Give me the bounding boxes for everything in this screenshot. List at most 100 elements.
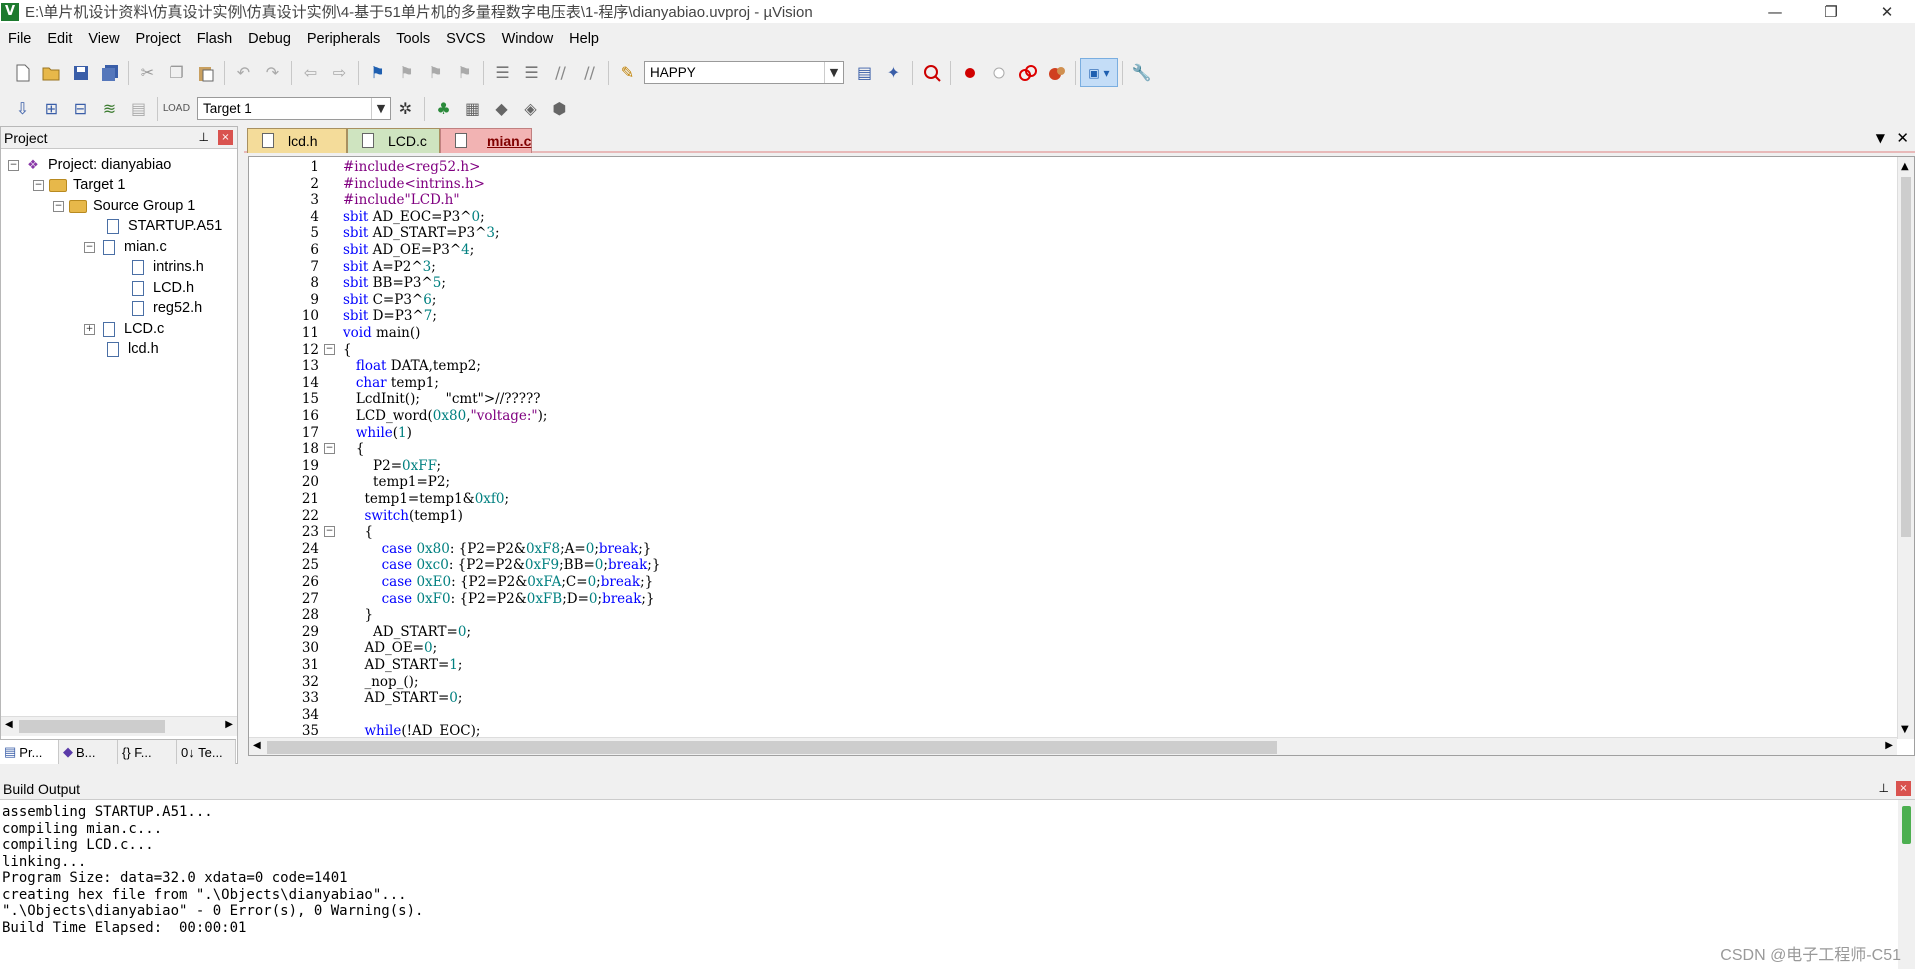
code-line[interactable]: 31 AD_START=1;: [249, 657, 1909, 673]
batch-build-icon[interactable]: ≋: [95, 94, 124, 123]
close-panel-button[interactable]: ×: [1896, 781, 1911, 796]
scroll-left-icon[interactable]: ◀: [253, 740, 261, 751]
code-line[interactable]: 28 }: [249, 607, 1909, 623]
pin-icon[interactable]: ⊥: [199, 130, 209, 144]
editor-vscrollbar[interactable]: ▲ ▼: [1897, 157, 1914, 739]
navigate-forward-icon[interactable]: ⇨: [325, 58, 354, 87]
code-line[interactable]: 1 #include<reg52.h>: [249, 159, 1909, 175]
target-combo[interactable]: Target 1 ▼: [197, 97, 391, 120]
disable-breakpoint-icon[interactable]: [984, 58, 1013, 87]
bookmark-icon[interactable]: ⚑: [363, 58, 392, 87]
menu-project[interactable]: Project: [128, 25, 189, 53]
code-line[interactable]: 27 case 0xF0: {P2=P2&0xFB;D=0;break;}: [249, 591, 1909, 607]
copy-icon[interactable]: ❐: [162, 58, 191, 87]
collapse-icon[interactable]: −: [8, 159, 19, 171]
tree-node-lcd-c[interactable]: + LCD.c: [84, 319, 164, 339]
translate-icon[interactable]: ⇩: [8, 94, 37, 123]
code-line[interactable]: 24 case 0x80: {P2=P2&0xF8;A=0;break;}: [249, 541, 1909, 557]
code-line[interactable]: 4 sbit AD_EOC=P3^0;: [249, 209, 1909, 225]
code-line[interactable]: 5 sbit AD_START=P3^3;: [249, 225, 1909, 241]
code-line[interactable]: 23− {: [249, 524, 1909, 540]
tab-templates[interactable]: 0↓ Te...: [177, 740, 236, 764]
menu-tools[interactable]: Tools: [388, 25, 438, 53]
tab-list-dropdown-icon[interactable]: ▼: [1876, 131, 1885, 145]
scroll-thumb[interactable]: [267, 741, 1277, 754]
close-tab-icon[interactable]: ✕: [1896, 129, 1909, 147]
code-line[interactable]: 32 _nop_();: [249, 674, 1909, 690]
navigate-back-icon[interactable]: ⇦: [296, 58, 325, 87]
code-line[interactable]: 9 sbit C=P3^6;: [249, 292, 1909, 308]
menu-peripherals[interactable]: Peripherals: [299, 25, 388, 53]
chevron-down-icon[interactable]: ▼: [371, 98, 390, 119]
tab-lcd-h[interactable]: lcd.h: [247, 128, 347, 153]
find-icon[interactable]: ▤: [850, 58, 879, 87]
tab-mian-c[interactable]: mian.c: [440, 128, 532, 153]
software-packs-icon[interactable]: ⬢: [545, 94, 574, 123]
code-line[interactable]: 21 temp1=temp1&0xf0;: [249, 491, 1909, 507]
scroll-down-icon[interactable]: ▼: [1901, 724, 1909, 735]
tree-node-target[interactable]: − Target 1: [33, 175, 125, 195]
uncomment-icon[interactable]: //: [575, 58, 604, 87]
code-line[interactable]: 2 #include<intrins.h>: [249, 176, 1909, 192]
close-panel-button[interactable]: ×: [218, 130, 233, 145]
find-in-files-icon[interactable]: ✎: [613, 58, 642, 87]
code-line[interactable]: 7 sbit A=P2^3;: [249, 259, 1909, 275]
menu-edit[interactable]: Edit: [39, 25, 80, 53]
collapse-icon[interactable]: −: [84, 241, 95, 253]
find-combo[interactable]: HAPPY ▼: [644, 61, 844, 84]
tree-node-intrins-h[interactable]: intrins.h: [129, 257, 204, 277]
chevron-down-icon[interactable]: ▼: [824, 62, 843, 83]
expand-icon[interactable]: +: [84, 323, 95, 335]
minimize-button[interactable]: —: [1747, 0, 1803, 23]
rebuild-icon[interactable]: ⊟: [66, 94, 95, 123]
scroll-thumb[interactable]: [1902, 806, 1911, 844]
project-hscrollbar[interactable]: ◀ ▶: [1, 716, 237, 736]
code-line[interactable]: 30 AD_OE=0;: [249, 640, 1909, 656]
code-line[interactable]: 8 sbit BB=P3^5;: [249, 275, 1909, 291]
tree-node-project[interactable]: − ❖ Project: dianyabiao: [8, 155, 171, 175]
code-line[interactable]: 13 float DATA,temp2;: [249, 358, 1909, 374]
menu-view[interactable]: View: [80, 25, 127, 53]
scroll-thumb[interactable]: [1901, 177, 1911, 537]
paste-icon[interactable]: [191, 58, 220, 87]
comment-icon[interactable]: //: [546, 58, 575, 87]
scroll-right-icon[interactable]: ▶: [1885, 740, 1893, 751]
manage-rte-icon[interactable]: ◆: [487, 94, 516, 123]
save-all-icon[interactable]: [95, 58, 124, 87]
select-packs-icon[interactable]: ▦: [458, 94, 487, 123]
code-line[interactable]: 10 sbit D=P3^7;: [249, 308, 1909, 324]
close-window-button[interactable]: ✕: [1859, 0, 1915, 23]
build-icon[interactable]: ⊞: [37, 94, 66, 123]
incremental-find-icon[interactable]: ✦: [879, 58, 908, 87]
code-line[interactable]: 14 char temp1;: [249, 375, 1909, 391]
unindent-icon[interactable]: ☰: [517, 58, 546, 87]
fold-icon[interactable]: −: [324, 526, 335, 538]
next-bookmark-icon[interactable]: ⚑: [421, 58, 450, 87]
tab-lcd-c[interactable]: LCD.c: [347, 128, 440, 153]
pack-installer-icon[interactable]: ◈: [516, 94, 545, 123]
tab-functions[interactable]: {} F...: [118, 740, 177, 764]
debug-session-icon[interactable]: [917, 58, 946, 87]
menu-help[interactable]: Help: [561, 25, 607, 53]
new-file-icon[interactable]: [8, 58, 37, 87]
configure-icon[interactable]: 🔧: [1127, 58, 1156, 87]
code-editor[interactable]: 1 #include<reg52.h> 2 #include<intrins.h> 3 #…: [248, 156, 1915, 756]
open-file-icon[interactable]: [37, 58, 66, 87]
scroll-right-icon[interactable]: ▶: [225, 719, 233, 730]
manage-project-items-icon[interactable]: ♣: [429, 94, 458, 123]
code-line[interactable]: 20 temp1=P2;: [249, 474, 1909, 490]
code-line[interactable]: 15 LcdInit(); "cmt">//?????: [249, 391, 1909, 407]
code-line[interactable]: 25 case 0xc0: {P2=P2&0xF9;BB=0;break;}: [249, 557, 1909, 573]
code-line[interactable]: 11 void main(): [249, 325, 1909, 341]
restore-button[interactable]: ❐: [1803, 0, 1859, 23]
menu-debug[interactable]: Debug: [240, 25, 299, 53]
editor-hscrollbar[interactable]: ◀ ▶: [249, 737, 1897, 755]
window-layout-icon[interactable]: ▣ ▾: [1080, 58, 1118, 87]
tree-node-lcd-h-dep[interactable]: LCD.h: [129, 278, 194, 298]
tree-node-lcd-h[interactable]: lcd.h: [104, 339, 159, 359]
tree-node-source-group[interactable]: − Source Group 1: [53, 196, 195, 216]
collapse-icon[interactable]: −: [33, 179, 44, 191]
scroll-thumb[interactable]: [19, 720, 165, 733]
indent-icon[interactable]: ☰: [488, 58, 517, 87]
code-line[interactable]: 12−{: [249, 342, 1909, 358]
